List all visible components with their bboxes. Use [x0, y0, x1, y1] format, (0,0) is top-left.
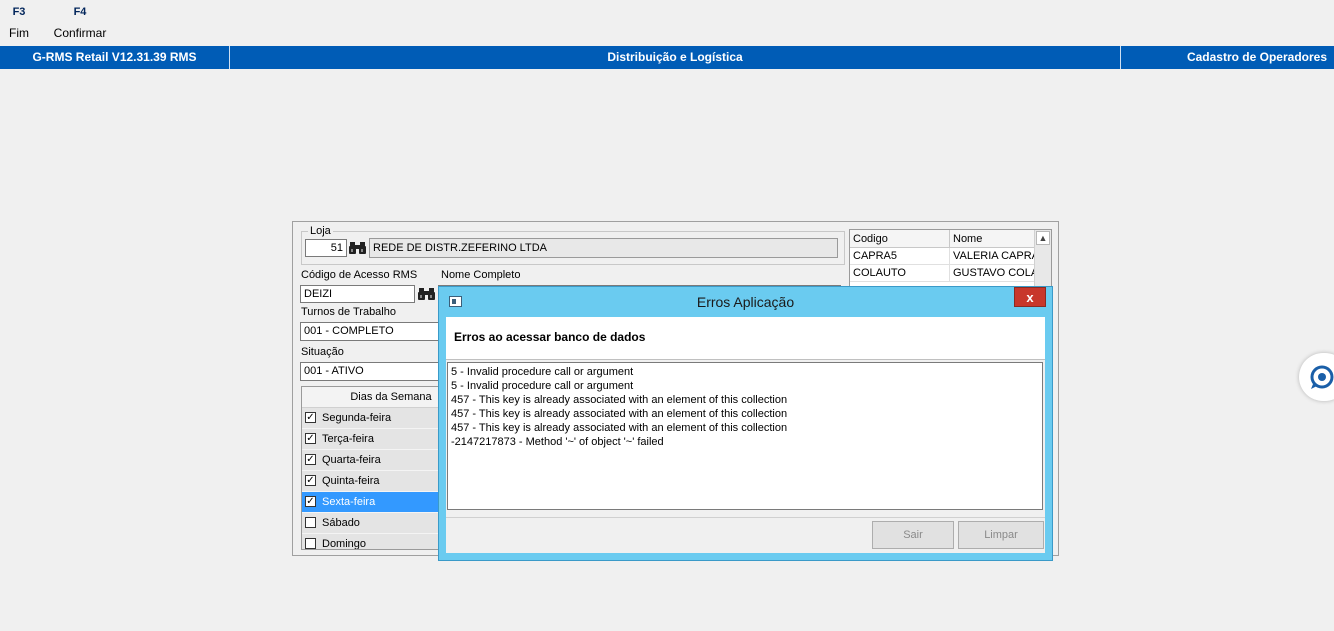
- dialog-separator: [446, 517, 1045, 518]
- dialog-title: Erros Aplicação: [696, 294, 795, 310]
- day-label: Domingo: [322, 538, 367, 550]
- dialog-body: Erros ao acessar banco de dados 5 - Inva…: [446, 317, 1045, 553]
- codigo-label: Código de Acesso RMS: [301, 269, 418, 281]
- day-sexta[interactable]: ✓ Sexta-feira: [302, 492, 440, 513]
- close-button[interactable]: x: [1014, 287, 1046, 307]
- list-item: 5 - Invalid procedure call or argument: [451, 366, 634, 378]
- loja-group-title: Loja: [308, 225, 333, 237]
- day-label: Sexta-feira: [322, 496, 376, 508]
- dias-semana-header: Dias da Semana: [302, 387, 440, 408]
- sair-button[interactable]: Sair: [872, 521, 954, 549]
- module-name: Distribuição e Logística: [607, 50, 743, 64]
- table-cell-codigo[interactable]: COLAUTO: [850, 265, 950, 282]
- assistant-widget-button[interactable]: [1299, 353, 1334, 401]
- list-item: 457 - This key is already associated wit…: [451, 394, 788, 406]
- f4-confirmar-button[interactable]: F4 Confirmar: [52, 6, 108, 40]
- f3-key: F3: [12, 6, 26, 18]
- checkbox[interactable]: ✓: [305, 496, 316, 507]
- list-item: 5 - Invalid procedure call or argument: [451, 380, 634, 392]
- day-label: Terça-feira: [322, 433, 374, 445]
- checkbox[interactable]: [305, 517, 316, 528]
- table-cell-codigo[interactable]: CAPRA5: [850, 248, 950, 265]
- dialog-caption[interactable]: Erros Aplicação x: [439, 287, 1052, 317]
- situacao-label: Situação: [301, 346, 344, 358]
- list-item: -2147217873 - Method '~' of object '~' f…: [451, 436, 664, 448]
- f3-fim-button[interactable]: F3 Fim: [6, 6, 32, 40]
- day-quarta[interactable]: ✓ Quarta-feira: [302, 450, 440, 471]
- dias-semana-list: Dias da Semana ✓ Segunda-feira ✓ Terça-fei…: [301, 386, 441, 550]
- f4-label: Confirmar: [53, 26, 107, 40]
- day-label: Quarta-feira: [322, 454, 381, 466]
- chat-icon: [1310, 365, 1334, 389]
- day-label: Sábado: [322, 517, 360, 529]
- checkbox[interactable]: ✓: [305, 454, 316, 465]
- f4-key: F4: [73, 6, 87, 18]
- loja-name-field: REDE DE DISTR.ZEFERINO LTDA: [369, 238, 838, 258]
- list-item: 457 - This key is already associated wit…: [451, 408, 788, 420]
- app-version: G-RMS Retail V12.31.39 RMS: [32, 50, 197, 64]
- message-panel: Erros ao acessar banco de dados: [446, 317, 1045, 360]
- checkbox[interactable]: ✓: [305, 412, 316, 423]
- table-cell-nome[interactable]: GUSTAVO COLA: [950, 265, 1036, 282]
- loja-code-input[interactable]: 51: [305, 239, 347, 257]
- checkbox[interactable]: ✓: [305, 433, 316, 444]
- binoculars-icon[interactable]: [349, 240, 366, 255]
- error-list[interactable]: 5 - Invalid procedure call or argument 5…: [447, 362, 1043, 510]
- day-sabado[interactable]: Sábado: [302, 513, 440, 534]
- codigo-input[interactable]: DEIZI: [300, 285, 415, 303]
- title-bar: G-RMS Retail V12.31.39 RMS Distribuição …: [0, 46, 1334, 69]
- col-nome-header[interactable]: Nome: [950, 230, 1036, 248]
- limpar-button[interactable]: Limpar: [958, 521, 1044, 549]
- f3-label: Fim: [9, 26, 29, 40]
- error-message: Erros ao acessar banco de dados: [454, 330, 646, 344]
- screen-name: Cadastro de Operadores: [1186, 50, 1327, 64]
- day-terca[interactable]: ✓ Terça-feira: [302, 429, 440, 450]
- checkbox[interactable]: [305, 538, 316, 549]
- turnos-select[interactable]: 001 - COMPLETO: [300, 322, 445, 341]
- erros-aplicacao-dialog: Erros Aplicação x Erros ao acessar banco…: [438, 286, 1053, 561]
- day-segunda[interactable]: ✓ Segunda-feira: [302, 408, 440, 429]
- scroll-up-icon[interactable]: ▲: [1036, 231, 1050, 245]
- turnos-label: Turnos de Trabalho: [301, 306, 396, 318]
- situacao-select[interactable]: 001 - ATIVO: [300, 362, 445, 381]
- nome-label: Nome Completo: [441, 269, 521, 281]
- day-label: Quinta-feira: [322, 475, 380, 487]
- day-label: Segunda-feira: [322, 412, 392, 424]
- list-item: 457 - This key is already associated wit…: [451, 422, 788, 434]
- binoculars-icon[interactable]: [418, 286, 435, 301]
- table-cell-nome[interactable]: VALERIA CAPRA: [950, 248, 1036, 265]
- col-codigo-header[interactable]: Codigo: [850, 230, 950, 248]
- day-domingo[interactable]: Domingo: [302, 534, 440, 550]
- day-quinta[interactable]: ✓ Quinta-feira: [302, 471, 440, 492]
- checkbox[interactable]: ✓: [305, 475, 316, 486]
